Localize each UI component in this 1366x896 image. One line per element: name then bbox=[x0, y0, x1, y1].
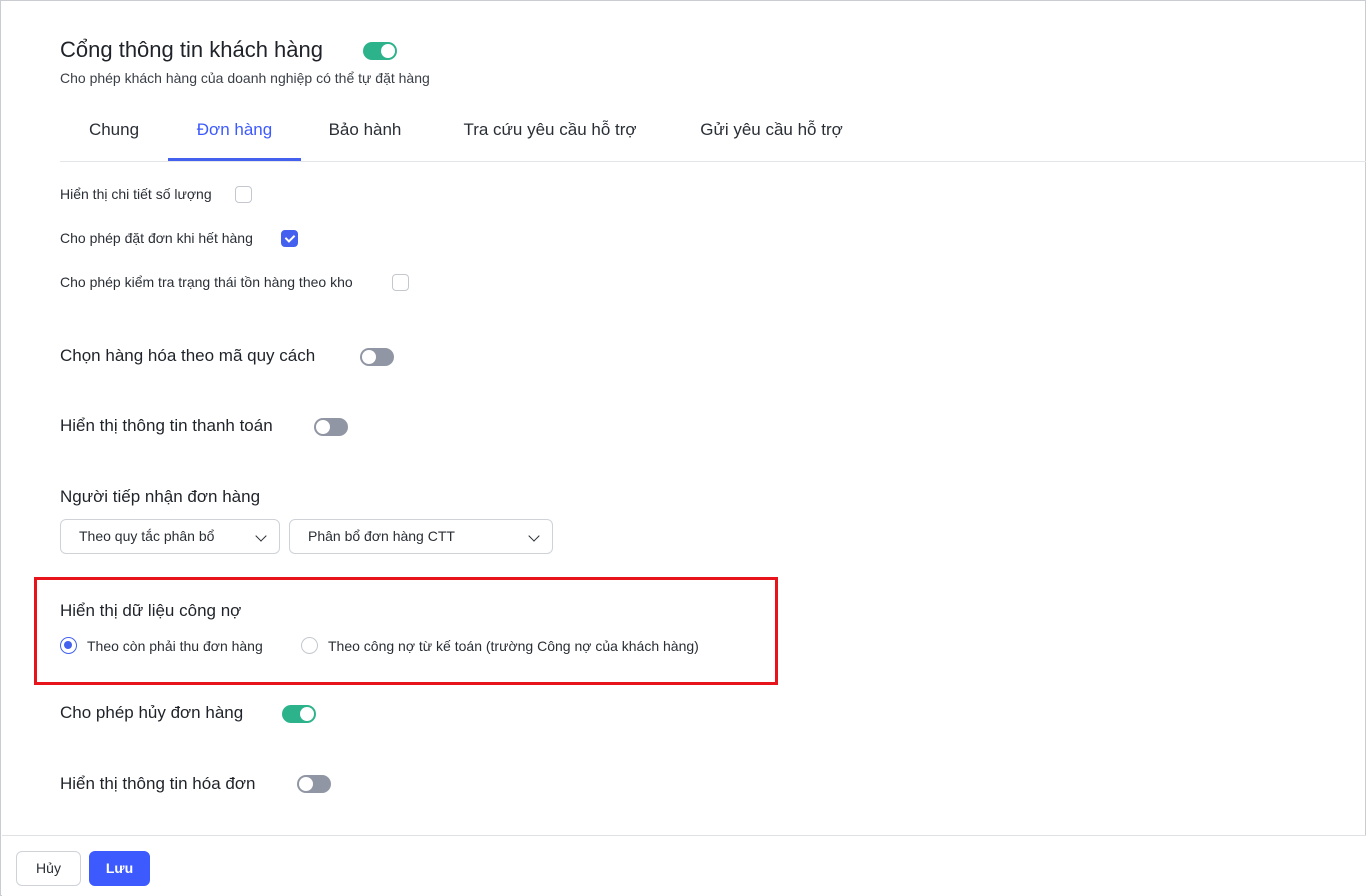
allocation-target-value: Phân bổ đơn hàng CTT bbox=[308, 528, 455, 544]
debt-option-accounting-label: Theo công nợ từ kế toán (trường Công nợ … bbox=[328, 638, 699, 654]
debt-data-label: Hiển thị dữ liệu công nợ bbox=[60, 601, 242, 620]
save-button[interactable]: Lưu bbox=[89, 851, 150, 886]
cancel-order-toggle[interactable] bbox=[282, 705, 316, 723]
allow-out-of-stock-row: Cho phép đặt đơn khi hết hàng bbox=[60, 228, 253, 248]
debt-option-accounting-radio[interactable] bbox=[301, 637, 318, 654]
chevron-down-icon bbox=[528, 530, 540, 542]
order-receiver-label: Người tiếp nhận đơn hàng bbox=[60, 487, 261, 506]
tab-bar: Chung Đơn hàng Bảo hành Tra cứu yêu cầu … bbox=[60, 109, 1366, 162]
tab-general[interactable]: Chung bbox=[70, 109, 158, 161]
invoice-info-label: Hiển thị thông tin hóa đơn bbox=[60, 774, 256, 793]
allocation-target-select[interactable]: Phân bổ đơn hàng CTT bbox=[289, 519, 553, 554]
settings-panel: Cổng thông tin khách hàng Cho phép khách… bbox=[0, 0, 1366, 896]
spec-code-toggle[interactable] bbox=[360, 348, 394, 366]
allocation-rule-value: Theo quy tắc phân bổ bbox=[79, 528, 215, 544]
cancel-order-label: Cho phép hủy đơn hàng bbox=[60, 703, 244, 722]
allocation-rule-select[interactable]: Theo quy tắc phân bổ bbox=[60, 519, 280, 554]
chevron-down-icon bbox=[255, 530, 267, 542]
allow-out-of-stock-label: Cho phép đặt đơn khi hết hàng bbox=[60, 230, 253, 246]
page-subtitle: Cho phép khách hàng của doanh nghiệp có … bbox=[60, 70, 430, 86]
debt-option-receivable-radio[interactable] bbox=[60, 637, 77, 654]
tab-support-lookup[interactable]: Tra cứu yêu cầu hỗ trợ bbox=[445, 109, 655, 161]
footer-bar: Hủy Lưu bbox=[2, 835, 1366, 896]
show-quantity-detail-row: Hiển thị chi tiết số lượng bbox=[60, 184, 212, 204]
page-title: Cổng thông tin khách hàng bbox=[60, 37, 323, 62]
portal-enabled-toggle[interactable] bbox=[363, 42, 397, 60]
show-quantity-detail-checkbox[interactable] bbox=[235, 186, 252, 203]
check-stock-by-warehouse-label: Cho phép kiểm tra trạng thái tồn hàng th… bbox=[60, 274, 353, 290]
check-stock-by-warehouse-checkbox[interactable] bbox=[392, 274, 409, 291]
debt-option-receivable[interactable]: Theo còn phải thu đơn hàng bbox=[60, 637, 263, 655]
invoice-info-toggle[interactable] bbox=[297, 775, 331, 793]
payment-info-label: Hiển thị thông tin thanh toán bbox=[60, 416, 273, 435]
cancel-button[interactable]: Hủy bbox=[16, 851, 81, 886]
allow-out-of-stock-checkbox[interactable] bbox=[281, 230, 298, 247]
debt-option-receivable-label: Theo còn phải thu đơn hàng bbox=[87, 638, 263, 654]
tab-warranty[interactable]: Bảo hành bbox=[315, 109, 415, 161]
tab-orders[interactable]: Đơn hàng bbox=[168, 109, 301, 161]
spec-code-label: Chọn hàng hóa theo mã quy cách bbox=[60, 346, 316, 365]
show-quantity-detail-label: Hiển thị chi tiết số lượng bbox=[60, 186, 212, 202]
debt-option-accounting[interactable]: Theo công nợ từ kế toán (trường Công nợ … bbox=[301, 637, 699, 655]
highlight-box bbox=[34, 577, 778, 685]
tab-support-request[interactable]: Gửi yêu cầu hỗ trợ bbox=[684, 109, 859, 161]
payment-info-toggle[interactable] bbox=[314, 418, 348, 436]
check-stock-by-warehouse-row: Cho phép kiểm tra trạng thái tồn hàng th… bbox=[60, 272, 353, 292]
